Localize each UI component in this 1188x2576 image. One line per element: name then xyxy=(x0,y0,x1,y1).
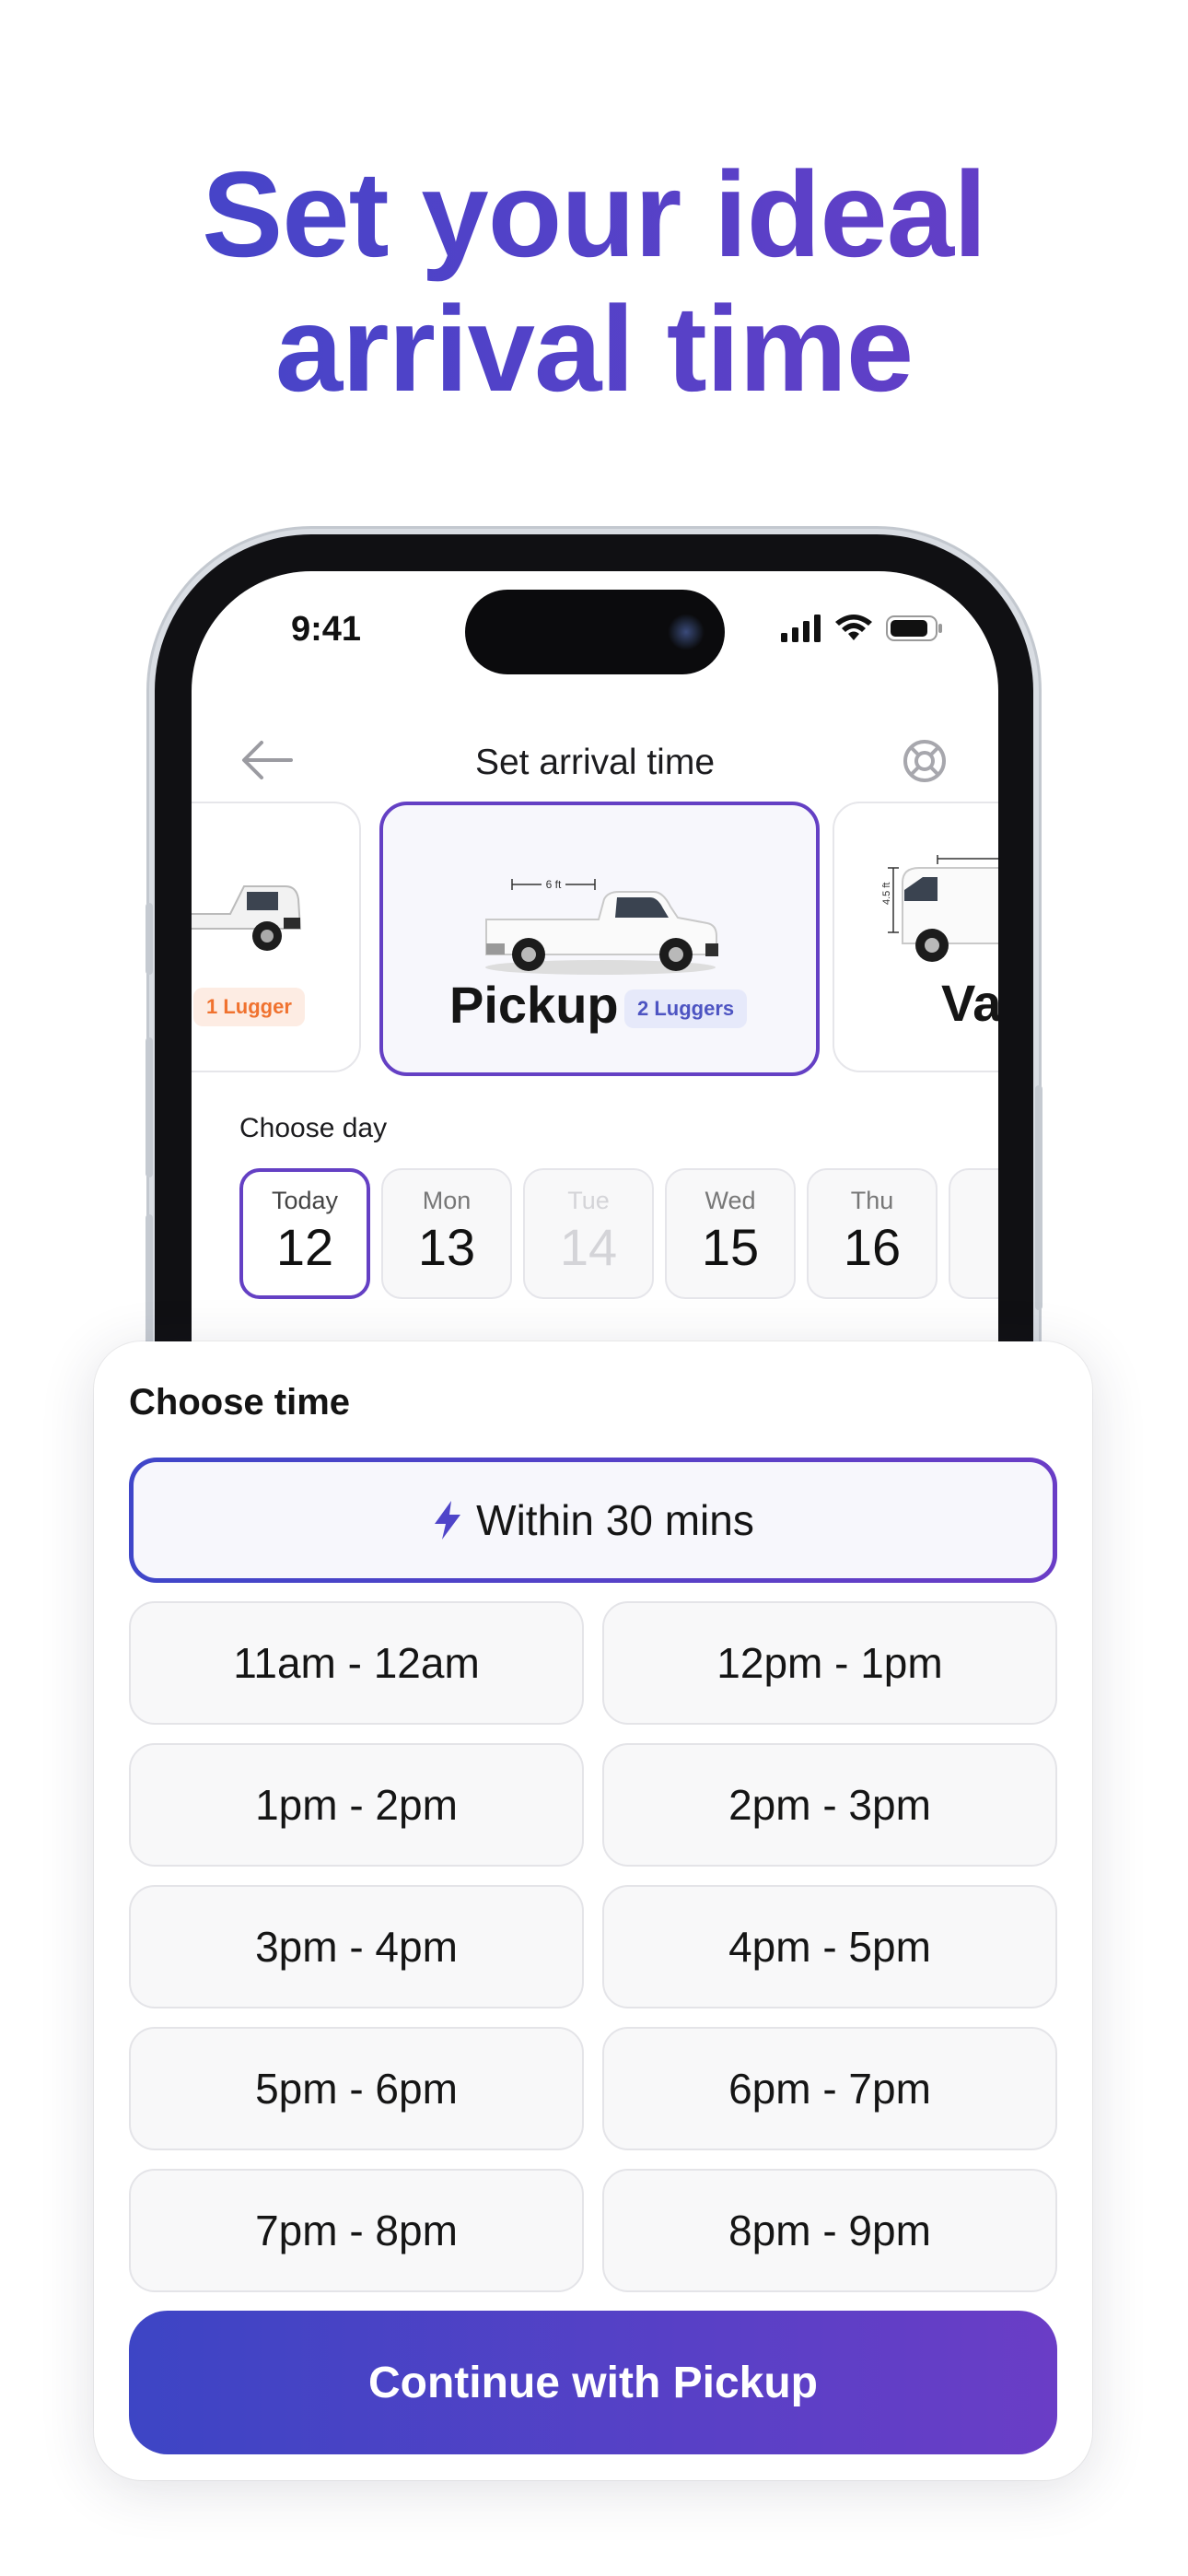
day-name: Today xyxy=(271,1187,339,1214)
choose-day-label: Choose day xyxy=(239,1113,388,1143)
day-number: 16 xyxy=(843,1218,902,1276)
day-name: Tue xyxy=(567,1187,610,1214)
van-icon: 4.5 ft xyxy=(882,855,998,962)
van-height-label: 4.5 ft xyxy=(882,883,892,905)
time-slot-label: 7pm - 8pm xyxy=(255,2207,458,2254)
phone-power-button xyxy=(1035,1085,1042,1310)
lifebuoy-icon[interactable] xyxy=(901,737,949,785)
time-slot-label: 4pm - 5pm xyxy=(728,1923,931,1971)
day-option[interactable]: 1 xyxy=(949,1168,998,1299)
time-slot-label: 11am - 12am xyxy=(233,1639,480,1687)
time-slot-label: 1pm - 2pm xyxy=(255,1781,458,1829)
time-slot-label: 8pm - 9pm xyxy=(728,2207,931,2254)
time-slot-label: 6pm - 7pm xyxy=(728,2065,931,2113)
time-slot[interactable]: 12pm - 1pm xyxy=(602,1601,1057,1725)
time-slot[interactable]: 8pm - 9pm xyxy=(602,2169,1057,2292)
time-slot-label: 5pm - 6pm xyxy=(255,2065,458,2113)
day-number: 14 xyxy=(559,1218,618,1276)
day-option[interactable]: Mon 13 xyxy=(381,1168,512,1299)
status-icons xyxy=(781,612,943,645)
asap-label: Within 30 mins xyxy=(476,1496,754,1544)
cellular-signal-icon xyxy=(781,615,821,642)
phone-side-button xyxy=(146,903,153,975)
day-number: 12 xyxy=(275,1218,334,1276)
bed-dimension-label: 6 ft xyxy=(546,878,562,891)
lugger-badge: 1 Lugger xyxy=(193,988,305,1026)
phone-volume-down xyxy=(146,1214,153,1354)
lightning-bolt-icon xyxy=(435,1501,461,1540)
time-slot[interactable]: 7pm - 8pm xyxy=(129,2169,584,2292)
truck-icon xyxy=(192,885,302,951)
time-slot[interactable]: 6pm - 7pm xyxy=(602,2027,1057,2150)
choose-time-label: Choose time xyxy=(129,1382,351,1423)
asap-option[interactable]: Within 30 mins xyxy=(129,1458,1057,1583)
day-name: Mon xyxy=(422,1187,472,1214)
continue-button-label: Continue with Pickup xyxy=(368,2358,818,2407)
page-title: Set arrival time xyxy=(474,743,716,782)
day-option: Tue 14 xyxy=(523,1168,654,1299)
time-picker-sheet: Choose time Within 30 mins 11am - 12am 1… xyxy=(94,1341,1092,2480)
phone-volume-up xyxy=(146,1037,153,1177)
day-name: Thu xyxy=(850,1187,894,1214)
nav-bar: Set arrival time xyxy=(192,709,998,811)
day-option[interactable]: Wed 15 xyxy=(665,1168,796,1299)
time-slot[interactable]: 3pm - 4pm xyxy=(129,1885,584,2008)
time-slot-label: 12pm - 1pm xyxy=(716,1639,943,1687)
wifi-icon xyxy=(835,615,872,640)
battery-icon xyxy=(886,615,942,641)
headline-line-2: arrival time xyxy=(274,281,914,416)
time-slot[interactable]: 5pm - 6pm xyxy=(129,2027,584,2150)
time-slot[interactable]: 11am - 12am xyxy=(129,1601,584,1725)
time-slot-label: 2pm - 3pm xyxy=(728,1781,931,1829)
day-number: 1 xyxy=(950,1187,998,1247)
vehicle-name: Pickup xyxy=(449,976,619,1034)
vehicle-card-pickup[interactable]: 6 ft Pickup 2 Luggers xyxy=(379,802,820,1076)
status-time: 9:41 xyxy=(291,610,362,649)
continue-button[interactable]: Continue with Pickup xyxy=(129,2311,1057,2454)
time-slot[interactable]: 4pm - 5pm xyxy=(602,1885,1057,2008)
day-number: 13 xyxy=(417,1218,476,1276)
headline-line-1: Set your ideal xyxy=(202,146,986,282)
time-slot-label: 3pm - 4pm xyxy=(255,1923,458,1971)
day-option[interactable]: Today 12 xyxy=(239,1168,370,1299)
day-number: 15 xyxy=(701,1218,760,1276)
day-name: Wed xyxy=(705,1187,756,1214)
lugger-badge: 2 Luggers xyxy=(624,989,748,1028)
vehicle-card-1-lugger[interactable]: 1 Lugger xyxy=(192,802,361,1072)
pickup-truck-icon: 6 ft xyxy=(485,877,718,975)
camera-icon xyxy=(668,614,705,650)
vehicle-card-van[interactable]: 4.5 ft Va xyxy=(833,802,998,1072)
dynamic-island xyxy=(465,590,725,674)
headline: Set your ideal arrival time xyxy=(0,147,1188,416)
day-option[interactable]: Thu 16 xyxy=(807,1168,938,1299)
vehicle-name: Va xyxy=(941,974,998,1032)
time-slot[interactable]: 1pm - 2pm xyxy=(129,1743,584,1867)
time-slot[interactable]: 2pm - 3pm xyxy=(602,1743,1057,1867)
